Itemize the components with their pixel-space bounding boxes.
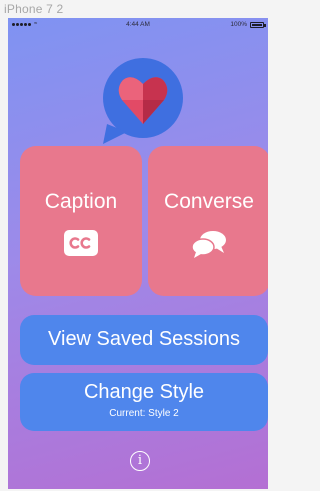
view-saved-sessions-label: View Saved Sessions	[48, 328, 240, 350]
caption-button[interactable]: Caption	[20, 146, 142, 296]
device-label: iPhone 7 2	[4, 2, 64, 16]
current-style-text: Current: Style 2	[109, 408, 179, 419]
converse-label: Converse	[164, 190, 254, 213]
app-screen: ≈ 4:44 AM 100% Caption Converse View Sav…	[8, 18, 268, 489]
info-icon[interactable]: i	[130, 451, 150, 471]
chat-bubbles-icon	[191, 231, 226, 258]
closed-caption-icon	[64, 230, 98, 256]
status-time: 4:44 AM	[126, 21, 150, 28]
view-saved-sessions-button[interactable]: View Saved Sessions	[20, 315, 268, 365]
change-style-label: Change Style	[83, 381, 205, 403]
battery-icon	[250, 21, 266, 28]
battery-group: 100%	[230, 21, 266, 28]
speech-bubble-heart-icon	[103, 58, 183, 144]
status-bar: ≈ 4:44 AM 100%	[8, 18, 268, 32]
caption-label: Caption	[44, 190, 118, 213]
converse-button[interactable]: Converse	[148, 146, 268, 296]
battery-percent: 100%	[230, 21, 247, 28]
change-style-button[interactable]: Change Style Current: Style 2	[20, 373, 268, 431]
